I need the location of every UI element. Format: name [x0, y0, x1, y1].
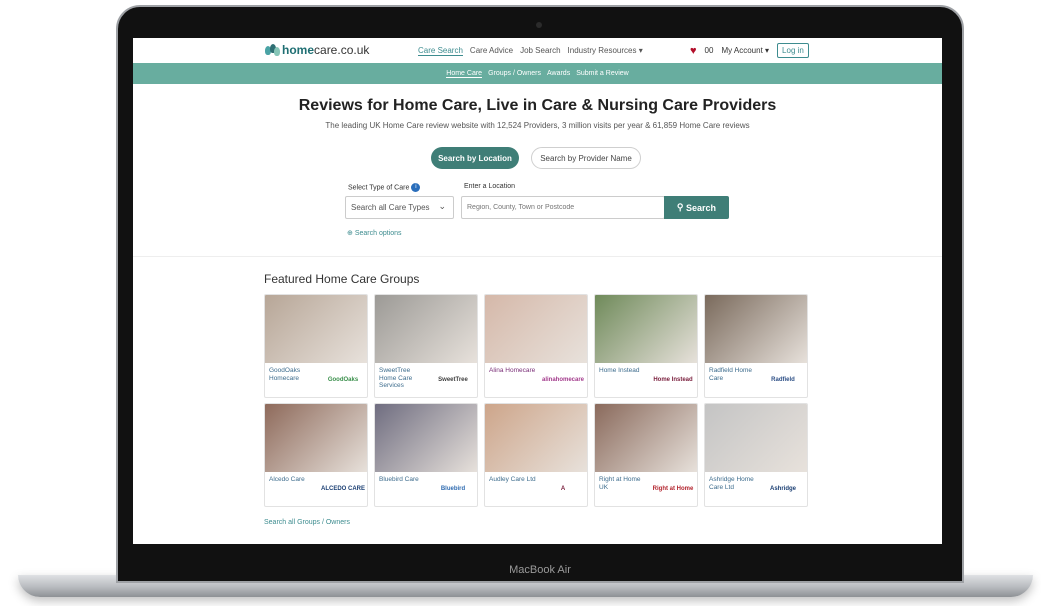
- search-hero: Reviews for Home Care, Live in Care & Nu…: [133, 84, 942, 256]
- group-photo: [595, 404, 697, 472]
- logo-icon: [265, 44, 280, 56]
- all-groups-link[interactable]: Search all Groups / Owners: [264, 519, 350, 526]
- group-name: Bluebird Care: [379, 476, 419, 483]
- group-brand-logo: GoodOaks: [321, 369, 365, 391]
- group-card[interactable]: Ashridge Home Care Ltd Ashridge: [704, 403, 808, 507]
- group-photo: [705, 404, 807, 472]
- search-button-label: Search: [686, 202, 717, 213]
- top-navigation: home care.co.uk Care Search Care Advice J…: [133, 38, 942, 63]
- care-type-select[interactable]: Search all Care Types ⌄: [345, 196, 454, 219]
- nav-care-advice[interactable]: Care Advice: [470, 46, 513, 56]
- group-photo: [485, 295, 587, 363]
- group-card[interactable]: Radfield Home Care Radfield: [704, 294, 808, 398]
- main-nav: Care Search Care Advice Job Search Indus…: [418, 46, 643, 56]
- nav-job-search[interactable]: Job Search: [520, 46, 560, 56]
- featured-groups: Featured Home Care Groups GoodOaks Homec…: [133, 256, 942, 544]
- nav-care-search[interactable]: Care Search: [418, 46, 463, 56]
- group-name: Alina Homecare: [489, 367, 536, 374]
- browser-screen: home care.co.uk Care Search Care Advice J…: [133, 38, 942, 544]
- caret-down-icon: ▾: [765, 46, 770, 55]
- featured-title: Featured Home Care Groups: [264, 272, 420, 286]
- search-by-provider-button[interactable]: Search by Provider Name: [531, 147, 641, 169]
- group-card[interactable]: Right at Home UK Right at Home: [594, 403, 698, 507]
- brand-text: Home Instead: [653, 376, 693, 383]
- site-logo[interactable]: home care.co.uk: [265, 43, 369, 57]
- group-name: Ashridge Home Care Ltd: [709, 476, 754, 491]
- favourites-count[interactable]: 00: [705, 46, 714, 55]
- search-by-location-button[interactable]: Search by Location: [431, 147, 519, 169]
- device-label: MacBook Air: [509, 564, 571, 576]
- login-button[interactable]: Log in: [777, 43, 809, 58]
- group-card[interactable]: Alcedo Care ALCEDO CARE: [264, 403, 368, 507]
- group-photo: [705, 295, 807, 363]
- location-label: Enter a Location: [464, 183, 515, 190]
- nav-industry-resources[interactable]: Industry Resources ▾: [568, 46, 643, 56]
- account-nav: ♥ 00 My Account ▾ Log in: [690, 43, 809, 58]
- group-name: Alcedo Care: [269, 476, 305, 483]
- group-photo: [375, 404, 477, 472]
- group-card[interactable]: SweetTree Home Care Services SweetTree: [374, 294, 478, 398]
- my-account-menu[interactable]: My Account ▾: [721, 46, 769, 55]
- heart-icon[interactable]: ♥: [690, 45, 697, 57]
- brand-text: Right at Home: [652, 485, 694, 492]
- page-title: Reviews for Home Care, Live in Care & Nu…: [298, 97, 777, 114]
- brand-text: Radfield: [771, 376, 795, 383]
- search-options-label: Search options: [354, 230, 402, 237]
- search-options-link[interactable]: ⊕ Search options: [347, 229, 402, 237]
- subnav-groups-owners[interactable]: Groups / Owners: [488, 70, 541, 77]
- caret-down-icon: ▾: [638, 46, 643, 55]
- group-name: Audley Care Ltd: [489, 476, 536, 483]
- brand-text: GoodOaks: [327, 376, 359, 383]
- group-brand-logo: ALCEDO CARE: [321, 478, 365, 500]
- group-photo: [265, 404, 367, 472]
- nav-industry-resources-label: Industry Resources: [567, 46, 637, 55]
- brand-text: alinahomecare: [541, 376, 585, 383]
- group-photo: [485, 404, 587, 472]
- subnav-awards[interactable]: Awards: [547, 70, 570, 77]
- group-name: SweetTree Home Care Services: [379, 367, 413, 389]
- group-photo: [265, 295, 367, 363]
- group-name: Radfield Home Care: [709, 367, 752, 382]
- care-type-label-text: Select Type of Care: [348, 184, 410, 192]
- group-brand-logo: Ashridge: [761, 478, 805, 500]
- group-card[interactable]: GoodOaks Homecare GoodOaks: [264, 294, 368, 398]
- group-brand-logo: alinahomecare: [541, 369, 585, 391]
- brand-text: Ashridge: [769, 485, 796, 492]
- group-photo: [375, 295, 477, 363]
- group-brand-logo: SweetTree: [431, 369, 475, 391]
- group-photo: [595, 295, 697, 363]
- search-button[interactable]: ⚲ Search: [664, 196, 729, 219]
- search-icon: ⚲: [676, 202, 684, 212]
- brand-text: Bluebird: [440, 485, 466, 492]
- group-name: GoodOaks Homecare: [269, 367, 301, 382]
- group-card[interactable]: Home Instead Home Instead: [594, 294, 698, 398]
- logo-text-rest: care.co.uk: [314, 43, 370, 57]
- group-brand-logo: A: [541, 478, 585, 500]
- group-card[interactable]: Bluebird Care Bluebird: [374, 403, 478, 507]
- chevron-down-icon: ⌄: [438, 201, 446, 211]
- group-card[interactable]: Audley Care Ltd A: [484, 403, 588, 507]
- brand-text: ALCEDO CARE: [321, 485, 366, 492]
- group-brand-logo: Radfield: [761, 369, 805, 391]
- care-type-value: Search all Care Types: [351, 203, 430, 212]
- page-subtitle: The leading UK Home Care review website …: [325, 121, 750, 130]
- camera-icon: [536, 22, 542, 28]
- group-brand-logo: Right at Home: [651, 478, 695, 500]
- location-input[interactable]: [461, 196, 665, 219]
- group-brand-logo: Bluebird: [431, 478, 475, 500]
- zoom-icon: ⊕: [347, 230, 353, 237]
- subnav-home-care[interactable]: Home Care: [446, 70, 483, 78]
- my-account-label: My Account: [721, 46, 763, 55]
- group-name: Right at Home UK: [599, 476, 641, 491]
- subnav-submit-review[interactable]: Submit a Review: [576, 70, 629, 77]
- logo-text-bold: home: [282, 43, 315, 57]
- care-type-label: Select Type of Care i: [348, 183, 421, 192]
- group-card[interactable]: Alina Homecare alinahomecare: [484, 294, 588, 398]
- info-icon[interactable]: i: [411, 183, 421, 192]
- brand-text: A: [560, 485, 566, 492]
- group-brand-logo: Home Instead: [651, 369, 695, 391]
- group-name: Home Instead: [599, 367, 640, 374]
- sub-navigation: Home Care Groups / Owners Awards Submit …: [133, 63, 942, 84]
- brand-text: SweetTree: [438, 376, 468, 383]
